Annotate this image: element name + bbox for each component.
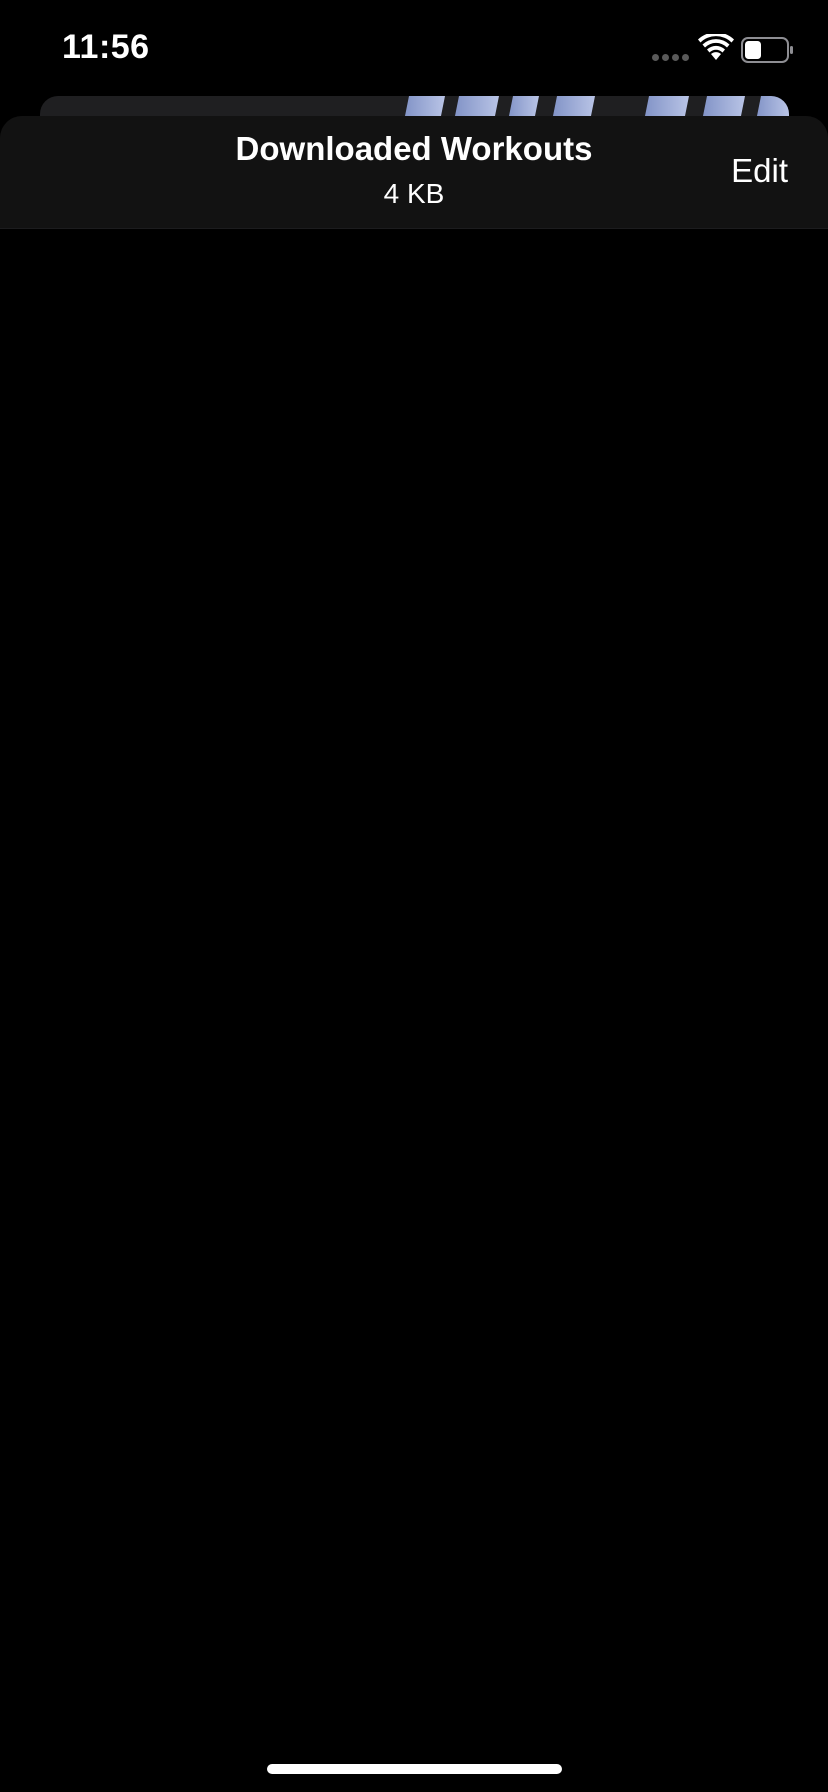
navigation-bar: Downloaded Workouts 4 KB Edit bbox=[0, 116, 828, 229]
status-bar: 11:56 bbox=[0, 0, 828, 100]
downloaded-workouts-sheet: Downloaded Workouts 4 KB Edit bbox=[0, 116, 828, 1792]
edit-button[interactable]: Edit bbox=[731, 152, 788, 190]
battery-icon bbox=[741, 37, 793, 63]
status-time: 11:56 bbox=[62, 28, 150, 66]
home-indicator[interactable] bbox=[267, 1764, 562, 1774]
cellular-signal-icon bbox=[652, 54, 692, 62]
wifi-icon bbox=[698, 34, 734, 60]
storage-size-label: 4 KB bbox=[383, 178, 445, 209]
downloaded-workouts-list bbox=[0, 228, 828, 1792]
page-title: Downloaded Workouts bbox=[235, 130, 593, 167]
